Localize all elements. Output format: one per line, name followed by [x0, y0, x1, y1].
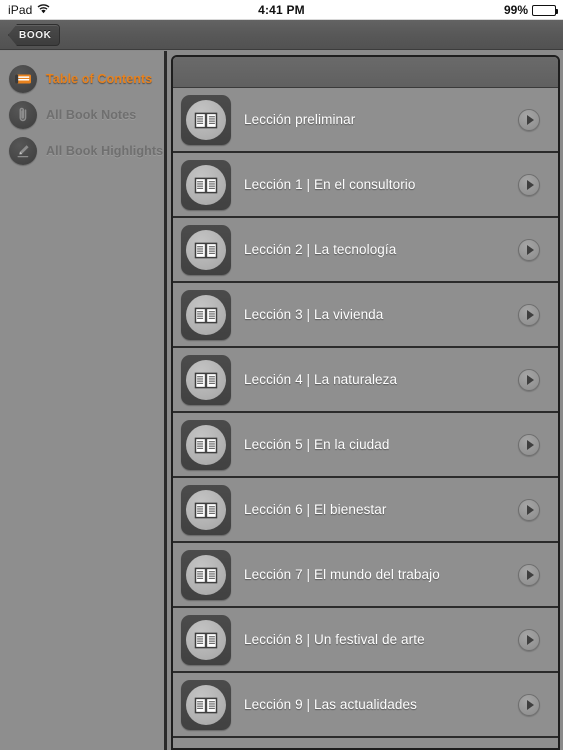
panel-header — [173, 57, 558, 88]
main-body: Table of Contents All Book Notes All Boo… — [0, 51, 563, 750]
row-label: Lección 8 | Un festival de arte — [244, 632, 425, 647]
open-book-icon — [181, 289, 231, 340]
play-circle-icon[interactable] — [518, 628, 540, 651]
row-label: Lección 4 | La naturaleza — [244, 372, 398, 387]
open-book-icon — [181, 94, 231, 145]
table-row[interactable]: Lección 4 | La naturaleza — [173, 348, 558, 413]
table-row[interactable]: Lección 6 | El bienestar — [173, 478, 558, 543]
table-row[interactable]: Lección 1 | En el consultorio — [173, 153, 558, 218]
status-bar-right: 99% — [503, 0, 558, 20]
open-book-icon — [181, 159, 231, 210]
sidebar-item-table-of-contents[interactable]: Table of Contents — [0, 61, 164, 97]
table-row[interactable]: Lección 8 | Un festival de arte — [173, 608, 558, 673]
open-book-icon — [181, 224, 231, 275]
table-of-contents-panel: Lección preliminar Lección 1 | En el con… — [171, 55, 560, 750]
play-circle-icon[interactable] — [518, 173, 540, 196]
back-to-book-button[interactable]: BOOK — [8, 24, 61, 46]
open-book-icon — [181, 354, 231, 405]
play-circle-icon[interactable] — [518, 693, 540, 716]
table-of-contents-list: Lección preliminar Lección 1 | En el con… — [173, 88, 558, 738]
status-bar: iPad 4:41 PM 99% — [0, 0, 563, 20]
table-row[interactable]: Lección 5 | En la ciudad — [173, 413, 558, 478]
play-circle-icon[interactable] — [518, 303, 540, 326]
open-book-icon — [181, 614, 231, 665]
sidebar-item-label: Table of Contents — [46, 72, 153, 86]
row-label: Lección 9 | Las actualidades — [244, 697, 417, 712]
paperclip-icon — [9, 101, 37, 129]
book-icon — [9, 65, 37, 93]
sidebar-item-label: All Book Highlights — [46, 144, 164, 158]
row-label: Lección 7 | El mundo del trabajo — [244, 567, 440, 582]
navigation-bar: BOOK — [0, 20, 563, 50]
row-label: Lección 3 | La vivienda — [244, 307, 384, 322]
row-label: Lección 6 | El bienestar — [244, 502, 387, 517]
sidebar: Table of Contents All Book Notes All Boo… — [0, 51, 167, 750]
play-circle-icon[interactable] — [518, 433, 540, 456]
clock: 4:41 PM — [258, 3, 305, 17]
highlighter-icon — [9, 137, 37, 165]
table-row[interactable]: Lección preliminar — [173, 88, 558, 153]
battery-percent: 99% — [503, 3, 528, 17]
open-book-icon — [181, 484, 231, 535]
play-circle-icon[interactable] — [518, 238, 540, 261]
open-book-icon — [181, 549, 231, 600]
content-area: Lección preliminar Lección 1 | En el con… — [167, 51, 563, 750]
table-row[interactable]: Lección 9 | Las actualidades — [173, 673, 558, 738]
table-row[interactable]: Lección 3 | La vivienda — [173, 283, 558, 348]
open-book-icon — [181, 679, 231, 730]
table-row[interactable]: Lección 7 | El mundo del trabajo — [173, 543, 558, 608]
open-book-icon — [181, 419, 231, 470]
battery-icon — [532, 4, 558, 16]
sidebar-item-all-book-highlights[interactable]: All Book Highlights — [0, 133, 164, 169]
back-button-label: BOOK — [19, 29, 52, 41]
play-circle-icon[interactable] — [518, 108, 540, 131]
row-label: Lección 2 | La tecnología — [244, 242, 397, 257]
row-label: Lección 1 | En el consultorio — [244, 177, 416, 192]
play-circle-icon[interactable] — [518, 498, 540, 521]
sidebar-item-all-book-notes[interactable]: All Book Notes — [0, 97, 164, 133]
row-label: Lección 5 | En la ciudad — [244, 437, 390, 452]
table-row[interactable]: Lección 2 | La tecnología — [173, 218, 558, 283]
status-bar-center: 4:41 PM — [0, 0, 563, 20]
row-label: Lección preliminar — [244, 112, 356, 127]
play-circle-icon[interactable] — [518, 563, 540, 586]
sidebar-item-label: All Book Notes — [46, 108, 137, 122]
play-circle-icon[interactable] — [518, 368, 540, 391]
